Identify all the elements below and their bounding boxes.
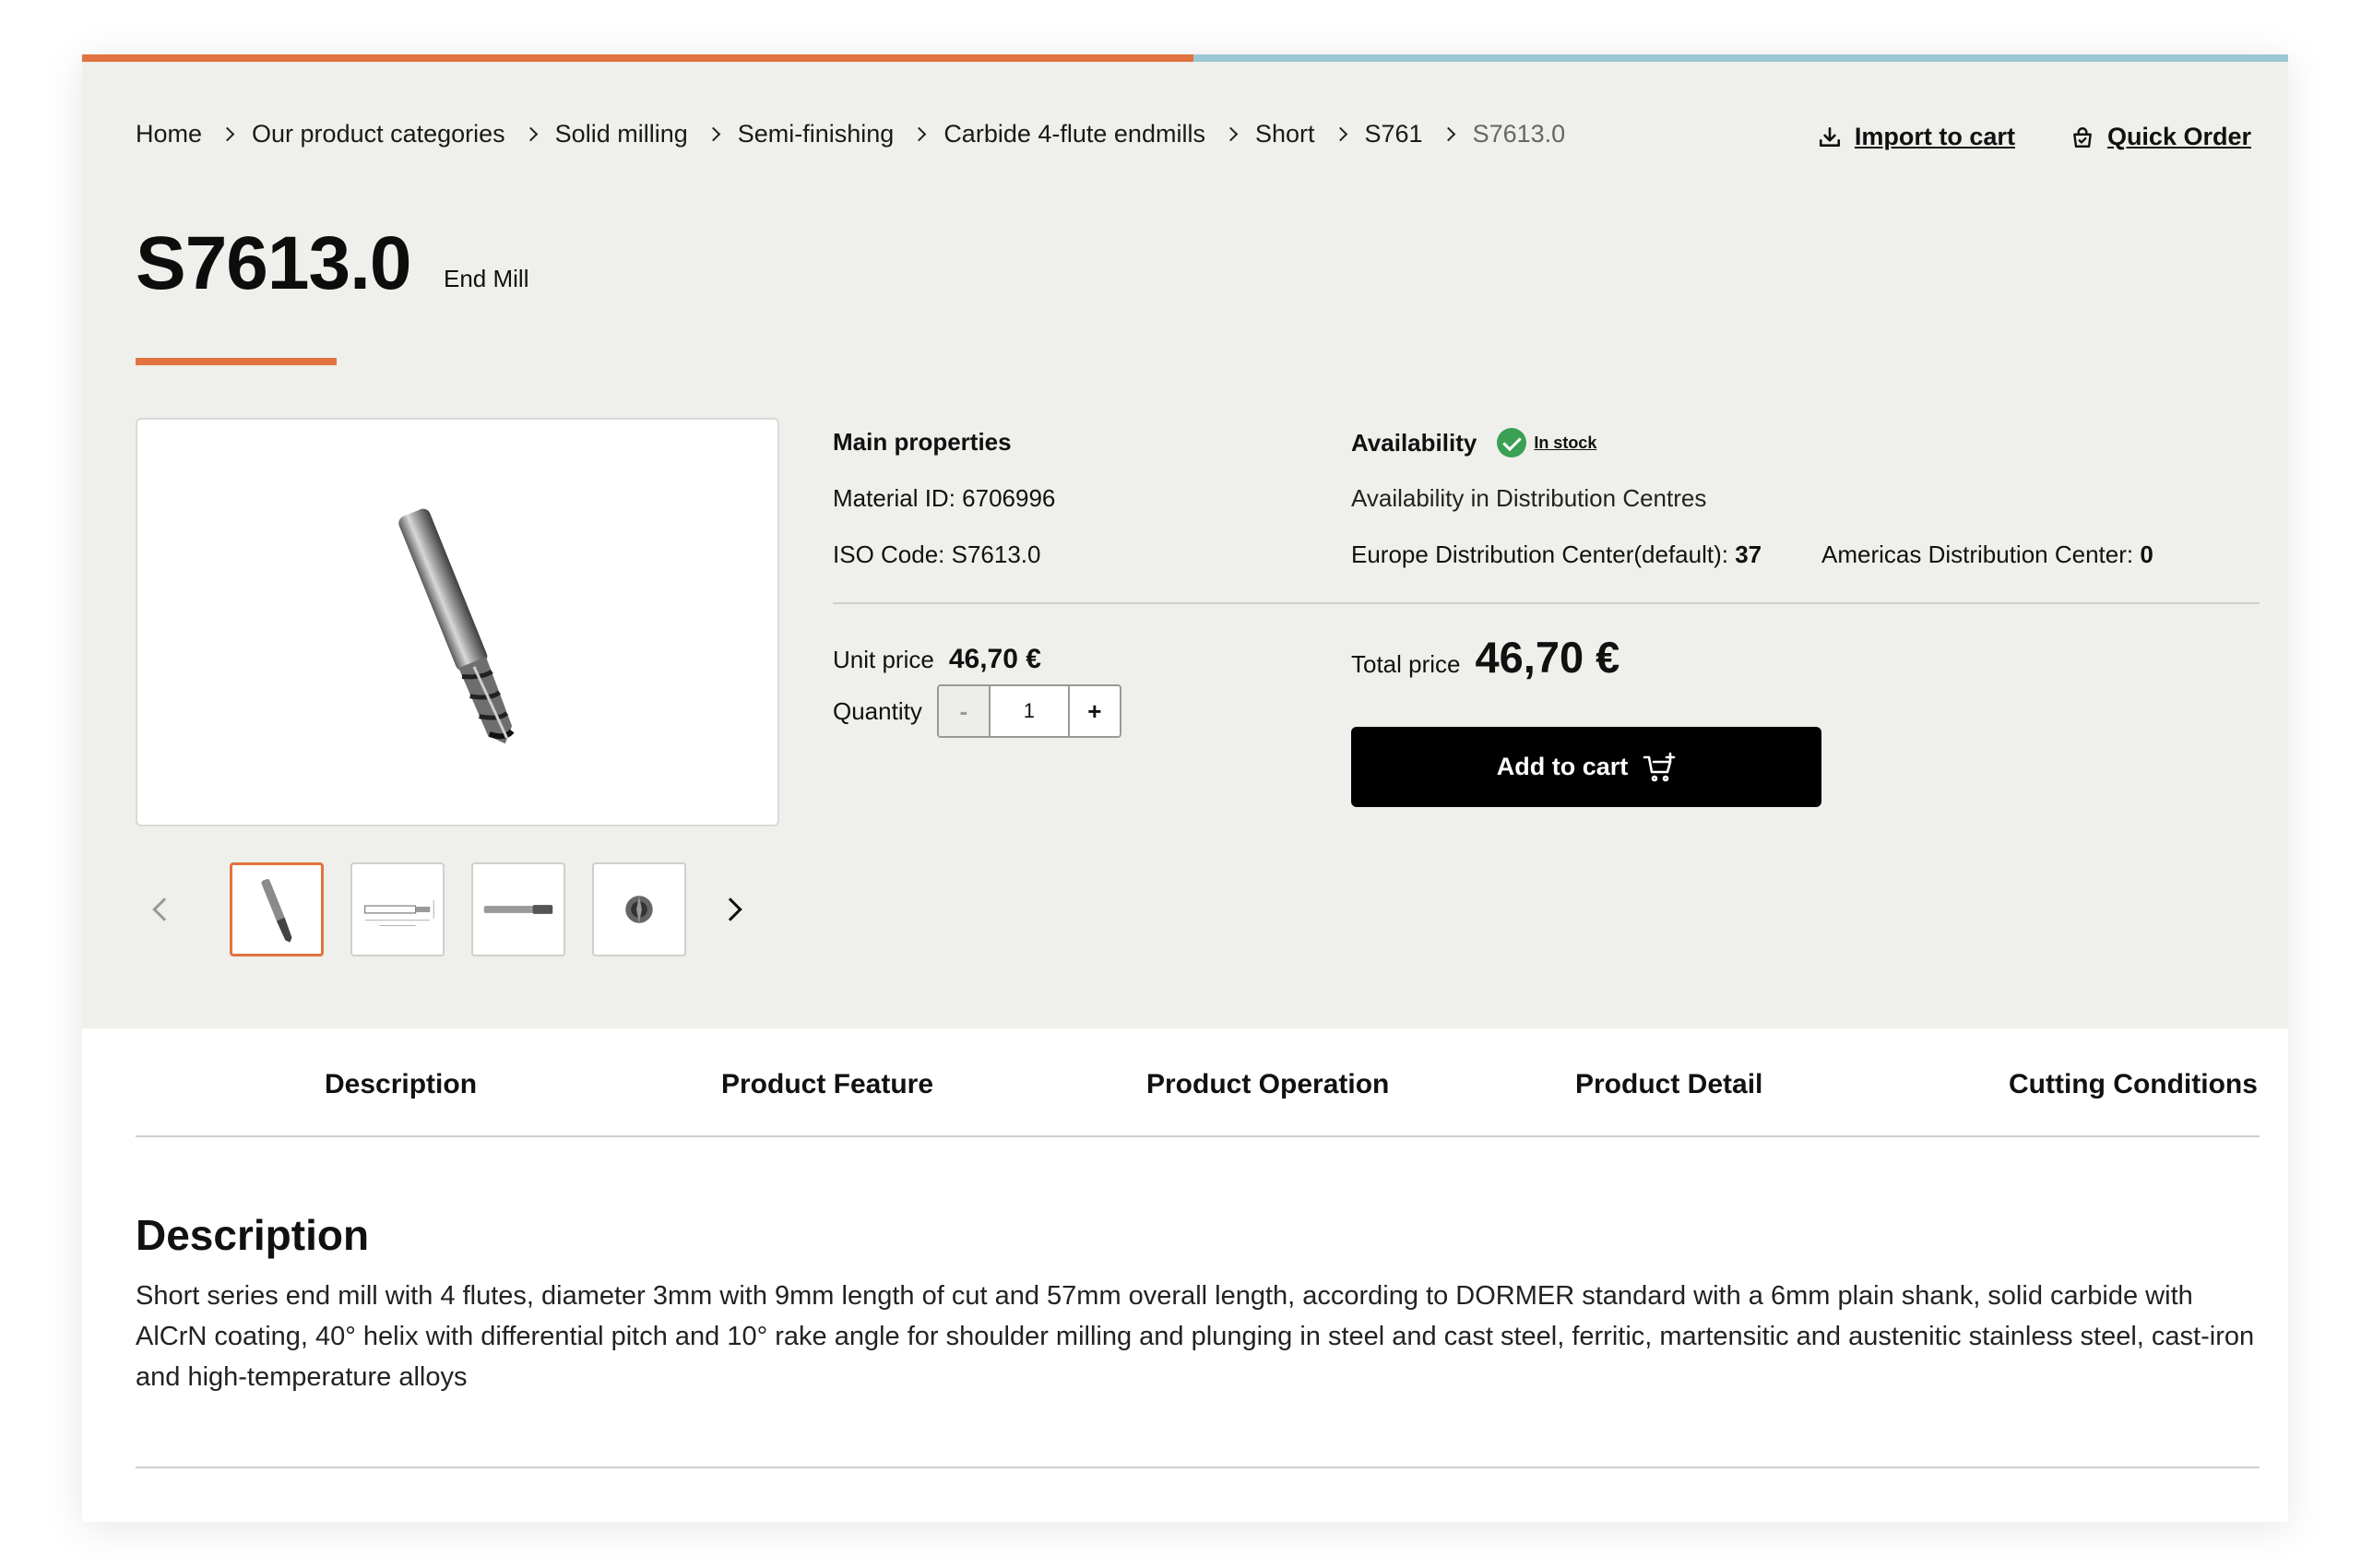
header-actions: Import to cart Quick Order <box>1818 123 2251 151</box>
chevron-right-icon <box>1333 126 1347 142</box>
americas-dc-value: 0 <box>2140 540 2153 568</box>
quantity-label: Quantity <box>833 696 922 725</box>
quick-order-link[interactable]: Quick Order <box>2070 123 2251 151</box>
import-to-cart-label[interactable]: Import to cart <box>1855 123 2015 151</box>
in-stock-link[interactable]: In stock <box>1497 428 1596 457</box>
breadcrumb-label[interactable]: Home <box>136 120 202 148</box>
americas-dc-label: Americas Distribution Center: <box>1821 540 2134 568</box>
description-text: Short series end mill with 4 flutes, dia… <box>136 1281 2255 1392</box>
chevron-right-icon <box>1441 126 1455 142</box>
breadcrumb-label[interactable]: Our product categories <box>252 120 505 148</box>
page-progress-fill <box>82 54 1193 62</box>
tab-description[interactable]: Description <box>325 1069 477 1100</box>
europe-dc-label: Europe Distribution Center(default): <box>1351 540 1728 568</box>
quantity-control: Quantity - 1 + <box>833 684 1121 738</box>
end-mill-front-thumbnail-image <box>625 896 653 923</box>
thumbnail-next-button[interactable] <box>717 892 753 929</box>
chevron-right-icon <box>718 897 742 921</box>
breadcrumb-item-semi-finishing[interactable]: Semi-finishing <box>738 120 944 148</box>
distribution-centres-heading: Availability in Distribution Centres <box>1351 484 1707 512</box>
import-to-cart-link[interactable]: Import to cart <box>1818 123 2015 151</box>
stock-status[interactable]: In stock <box>1534 434 1596 453</box>
thumbnail-4[interactable] <box>592 862 686 956</box>
breadcrumb-item-product-categories[interactable]: Our product categories <box>252 120 555 148</box>
thumbnail-prev-button[interactable] <box>145 892 182 929</box>
add-to-cart-label[interactable]: Add to cart <box>1497 753 1629 781</box>
shopping-bag-icon <box>2073 126 2092 148</box>
americas-dc-stock: Americas Distribution Center: 0 <box>1821 540 2153 569</box>
tab-product-detail[interactable]: Product Detail <box>1575 1069 1762 1100</box>
total-price: Total price 46,70 € <box>1351 632 1619 683</box>
end-mill-thumbnail-image <box>261 879 292 943</box>
quick-order-label[interactable]: Quick Order <box>2107 123 2251 151</box>
tab-product-operation[interactable]: Product Operation <box>1146 1069 1389 1100</box>
breadcrumb-label[interactable]: Short <box>1255 120 1315 148</box>
breadcrumb: Home Our product categories Solid millin… <box>136 120 1565 148</box>
end-mill-side-thumbnail-image <box>483 905 553 914</box>
cart-plus-icon <box>1643 752 1676 781</box>
add-to-cart-button[interactable]: Add to cart <box>1351 727 1821 807</box>
chevron-right-icon <box>219 126 235 142</box>
product-main-image[interactable] <box>136 418 779 826</box>
total-price-value: 46,70 € <box>1475 633 1620 682</box>
iso-code: ISO Code: S7613.0 <box>833 540 1041 568</box>
quantity-stepper: - 1 + <box>936 684 1121 738</box>
material-id: Material ID: 6706996 <box>833 484 1056 512</box>
unit-price: Unit price 46,70 € <box>833 644 1041 675</box>
tab-cutting-conditions[interactable]: Cutting Conditions <box>2009 1069 2258 1100</box>
divider <box>136 1467 2260 1468</box>
title-accent-bar <box>136 358 337 365</box>
product-hero: Home Our product categories Solid millin… <box>82 62 2288 1028</box>
chevron-right-icon <box>706 126 721 142</box>
europe-dc-value: 37 <box>1735 540 1762 568</box>
technical-drawing-thumbnail-image <box>364 900 434 927</box>
description-heading: Description <box>136 1211 370 1259</box>
unit-price-value: 46,70 € <box>948 644 1041 674</box>
breadcrumb-item-short[interactable]: Short <box>1255 120 1365 148</box>
product-page-card: Home Our product categories Solid millin… <box>82 54 2288 1522</box>
breadcrumb-label[interactable]: Solid milling <box>555 120 688 148</box>
breadcrumb-label: S7613.0 <box>1472 120 1566 148</box>
breadcrumb-item-current: S7613.0 <box>1473 120 1566 148</box>
breadcrumb-label[interactable]: Semi-finishing <box>738 120 895 148</box>
breadcrumb-item-s761[interactable]: S761 <box>1365 120 1473 148</box>
thumbnail-3[interactable] <box>471 862 565 956</box>
breadcrumb-label[interactable]: Carbide 4-flute endmills <box>943 120 1205 148</box>
download-tray-icon <box>1819 126 1840 147</box>
total-price-label: Total price <box>1351 650 1461 678</box>
quantity-input[interactable]: 1 <box>990 686 1068 736</box>
image-thumbnails <box>136 862 779 958</box>
quantity-increase-button[interactable]: + <box>1067 686 1120 736</box>
unit-price-label: Unit price <box>833 646 934 673</box>
breadcrumb-item-carbide-endmills[interactable]: Carbide 4-flute endmills <box>943 120 1255 148</box>
end-mill-image <box>398 508 515 744</box>
check-circle-icon <box>1497 428 1527 457</box>
main-properties-heading: Main properties <box>833 428 1012 456</box>
availability-header: Availability In stock <box>1351 428 1596 457</box>
chevron-right-icon <box>1223 126 1239 142</box>
product-type: End Mill <box>444 265 529 292</box>
product-title: S7613.0 <box>136 221 411 305</box>
europe-dc-stock: Europe Distribution Center(default): 37 <box>1351 540 1762 569</box>
thumbnail-2[interactable] <box>350 862 445 956</box>
page-progress-bar <box>82 54 2288 62</box>
divider <box>833 602 2260 604</box>
chevron-right-icon <box>912 126 927 142</box>
breadcrumb-label[interactable]: S761 <box>1365 120 1423 148</box>
availability-heading: Availability <box>1351 428 1477 457</box>
product-tabs: Description Product Feature Product Oper… <box>136 1058 2260 1137</box>
chevron-left-icon <box>152 897 176 921</box>
thumbnail-1[interactable] <box>230 862 324 956</box>
breadcrumb-item-solid-milling[interactable]: Solid milling <box>555 120 738 148</box>
tab-product-feature[interactable]: Product Feature <box>721 1069 933 1100</box>
quantity-decrease-button[interactable]: - <box>938 686 991 736</box>
chevron-right-icon <box>523 126 538 142</box>
breadcrumb-item-home[interactable]: Home <box>136 120 252 148</box>
